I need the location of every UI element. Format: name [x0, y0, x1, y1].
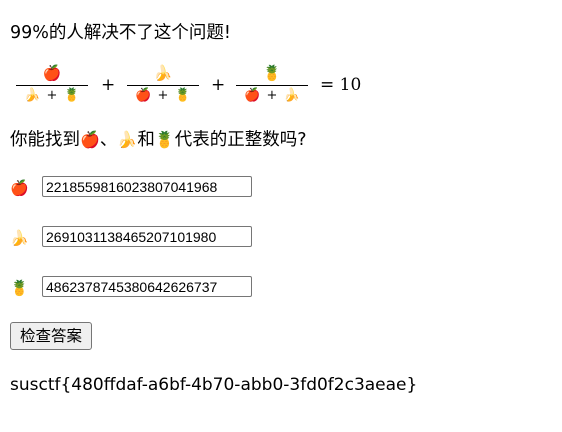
banana-value-input[interactable]	[42, 226, 252, 247]
numerator-apple-icon: 🍎	[42, 64, 62, 82]
flag-text: susctf{480ffdaf-a6bf-4b70-abb0-3fd0f2c3a…	[10, 375, 418, 395]
question-conjunction: 和	[137, 130, 155, 150]
apple-icon: 🍎	[135, 88, 152, 103]
pineapple-value-input[interactable]	[42, 276, 252, 297]
apple-answer-row: 🍎	[10, 176, 270, 202]
apple-value-input[interactable]	[42, 176, 252, 197]
plus-sign: +	[46, 88, 58, 103]
denominator: 🍎 + 🍌	[234, 87, 310, 105]
plus-operator: +	[211, 75, 226, 95]
fraction-pineapple: 🍍 🍎 + 🍌	[234, 62, 310, 108]
plus-sign: +	[157, 88, 169, 103]
fraction-bar	[16, 85, 88, 86]
pineapple-answer-row: 🍍	[10, 276, 270, 302]
pineapple-icon: 🍍	[10, 279, 29, 297]
check-answer-button[interactable]: 检查答案	[10, 322, 93, 350]
apple-icon: 🍎	[80, 130, 100, 149]
fraction-banana: 🍌 🍎 + 🍍	[125, 62, 201, 108]
numerator-pineapple-icon: 🍍	[262, 64, 282, 82]
denominator: 🍎 + 🍍	[125, 87, 201, 105]
fraction-bar	[236, 85, 308, 86]
fraction-apple: 🍎 🍌 + 🍍	[14, 62, 90, 108]
banana-icon: 🍌	[24, 88, 41, 103]
page-title: 99%的人解决不了这个问题!	[10, 23, 231, 43]
denominator: 🍌 + 🍍	[14, 87, 90, 105]
numerator-banana-icon: 🍌	[153, 64, 173, 82]
apple-icon: 🍎	[244, 88, 261, 103]
pineapple-icon: 🍍	[63, 88, 80, 103]
question-separator: 、	[99, 130, 118, 150]
banana-icon: 🍌	[10, 229, 29, 247]
apple-icon: 🍎	[10, 179, 29, 197]
fruit-equation: 🍎 🍌 + 🍍 + 🍌 🍎 + 🍍 + 🍍 🍎 + 🍌 = 10	[12, 62, 412, 108]
banana-icon: 🍌	[117, 130, 138, 149]
banana-icon: 🍌	[283, 88, 300, 103]
banana-answer-row: 🍌	[10, 226, 270, 252]
fraction-bar	[127, 85, 199, 86]
question-suffix: 代表的正整数吗?	[174, 130, 307, 150]
question-prefix: 你能找到	[10, 130, 80, 150]
question-text: 你能找到🍎、🍌和🍍代表的正整数吗?	[10, 128, 307, 152]
pineapple-icon: 🍍	[174, 88, 191, 103]
pineapple-icon: 🍍	[154, 130, 175, 149]
plus-sign: +	[266, 88, 278, 103]
plus-operator: +	[101, 75, 116, 95]
equals-ten: = 10	[320, 75, 362, 95]
